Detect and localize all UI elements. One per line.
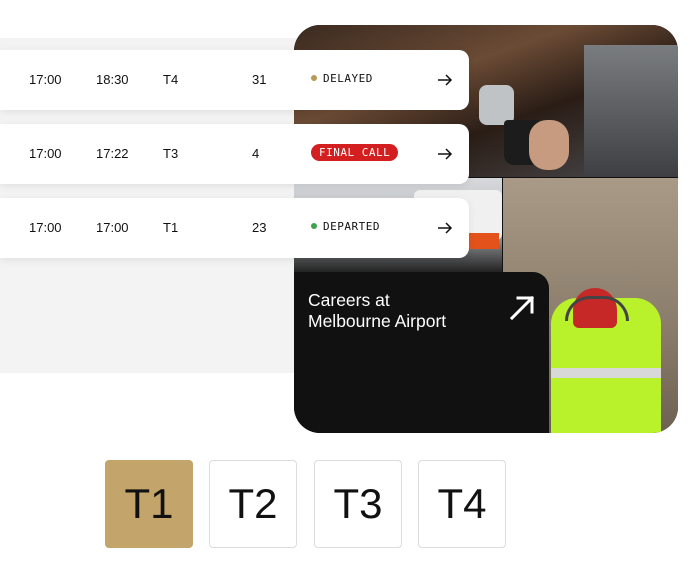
arrow-up-right-icon xyxy=(509,295,535,321)
actual-time: 17:00 xyxy=(96,220,129,235)
arrow-right-icon[interactable] xyxy=(437,220,453,236)
tab-t1[interactable]: T1 xyxy=(105,460,193,548)
careers-title: Careers at Melbourne Airport xyxy=(308,290,447,331)
status-delayed: DELAYED xyxy=(311,72,373,85)
flight-row[interactable]: 17:00 17:00 T1 23 DEPARTED xyxy=(0,198,469,258)
status-final-call-badge: FINAL CALL xyxy=(311,144,399,161)
status-dot-icon xyxy=(311,223,317,229)
arrow-right-icon[interactable] xyxy=(437,72,453,88)
careers-link[interactable]: Careers at Melbourne Airport xyxy=(294,272,549,433)
arrow-right-icon[interactable] xyxy=(437,146,453,162)
gate: 4 xyxy=(252,146,260,161)
status-dot-icon xyxy=(311,75,317,81)
actual-time: 18:30 xyxy=(96,72,129,87)
actual-time: 17:22 xyxy=(96,146,129,161)
tab-t4[interactable]: T4 xyxy=(418,460,506,548)
terminal: T3 xyxy=(163,146,179,161)
scheduled-time: 17:00 xyxy=(29,146,62,161)
status-label: DELAYED xyxy=(323,72,373,85)
flight-row[interactable]: 17:00 18:30 T4 31 DELAYED xyxy=(0,50,469,110)
terminal: T1 xyxy=(163,220,179,235)
flight-row[interactable]: 17:00 17:22 T3 4 FINAL CALL xyxy=(0,124,469,184)
status-label: DEPARTED xyxy=(323,220,380,233)
status-departed: DEPARTED xyxy=(311,220,380,233)
tab-t2[interactable]: T2 xyxy=(209,460,297,548)
gate: 31 xyxy=(252,72,267,87)
tab-t3[interactable]: T3 xyxy=(314,460,402,548)
scheduled-time: 17:00 xyxy=(29,220,62,235)
scheduled-time: 17:00 xyxy=(29,72,62,87)
gate: 23 xyxy=(252,220,267,235)
terminal: T4 xyxy=(163,72,179,87)
